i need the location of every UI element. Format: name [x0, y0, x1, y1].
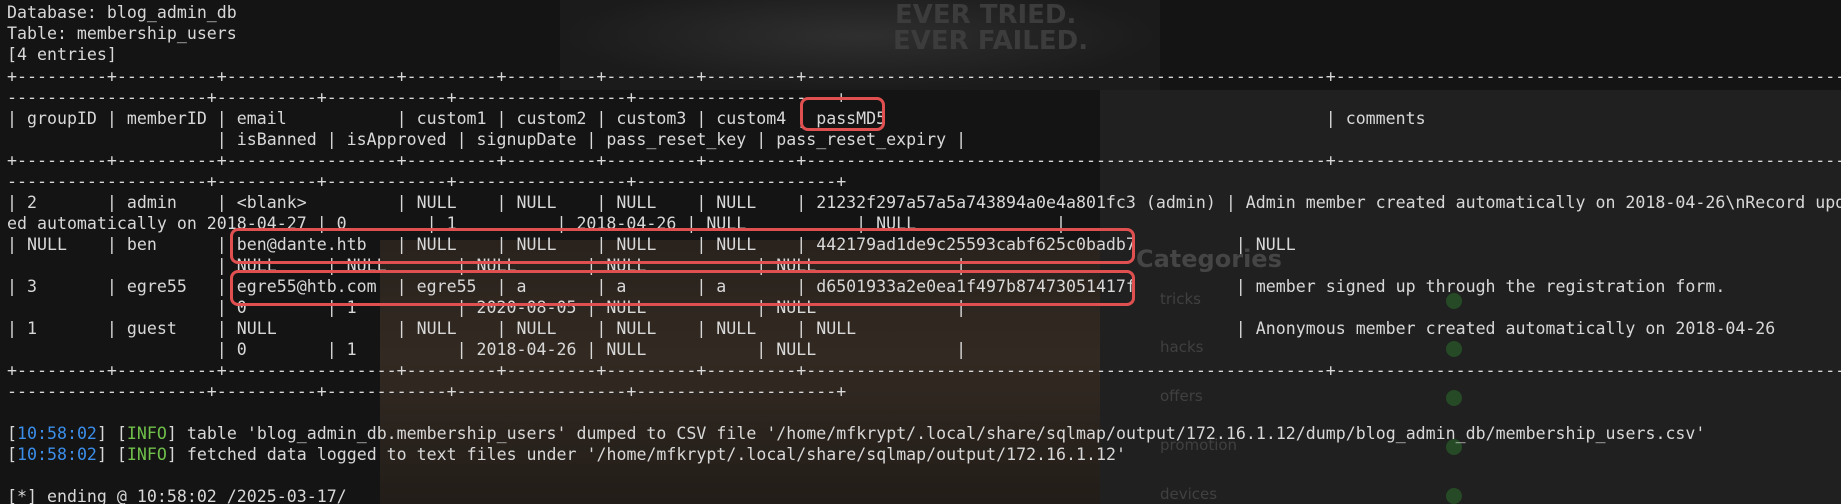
log-timestamp: 10:58:02	[17, 445, 97, 464]
table-row: | 0 | 1 | 2020-08-05 | NULL | NULL |	[7, 298, 967, 317]
table-row: | NULL | ben | ben@dante.htb | NULL | NU…	[7, 235, 1296, 254]
table-row: ed automatically on 2018-04-27 | 0 | 1 |…	[7, 214, 1066, 233]
table-border: --------------------+----------+--------…	[7, 172, 847, 191]
table-row: | NULL | NULL | NULL | NULL | NULL |	[7, 256, 967, 275]
table-row: | 1 | guest | NULL | NULL | NULL | NULL …	[7, 319, 1776, 338]
table-border: +---------+----------+-----------------+…	[7, 151, 1841, 170]
table-border: --------------------+----------+--------…	[7, 88, 847, 107]
database-line: Database: blog_admin_db	[7, 3, 237, 22]
table-header-row: | groupID | memberID | email | custom1 |…	[7, 109, 1426, 128]
table-row: | 2 | admin | <blank> | NULL | NULL | NU…	[7, 193, 1841, 212]
entries-line: [4 entries]	[7, 45, 117, 64]
ending-line: [*] ending @ 10:58:02 /2025-03-17/	[7, 487, 347, 504]
log-timestamp: 10:58:02	[17, 424, 97, 443]
table-row: | 3 | egre55 | egre55@htb.com | egre55 |…	[7, 277, 1726, 296]
log-level: INFO	[126, 445, 167, 464]
log-message: table 'blog_admin_db.membership_users' d…	[176, 424, 1706, 443]
table-border: +---------+----------+-----------------+…	[7, 67, 1841, 86]
terminal-output[interactable]: Database: blog_admin_db Table: membershi…	[0, 0, 1841, 504]
log-line: [10:58:02] [INFO] table 'blog_admin_db.m…	[7, 424, 1706, 443]
table-line: Table: membership_users	[7, 24, 237, 43]
table-border: +---------+----------+-----------------+…	[7, 361, 1841, 380]
table-header-row: | isBanned | isApproved | signupDate | p…	[7, 130, 967, 149]
table-border: --------------------+----------+--------…	[7, 382, 847, 401]
table-row: | 0 | 1 | 2018-04-26 | NULL | NULL |	[7, 340, 967, 359]
log-level: INFO	[126, 424, 167, 443]
log-message: fetched data logged to text files under …	[176, 445, 1126, 464]
log-line: [10:58:02] [INFO] fetched data logged to…	[7, 445, 1126, 464]
